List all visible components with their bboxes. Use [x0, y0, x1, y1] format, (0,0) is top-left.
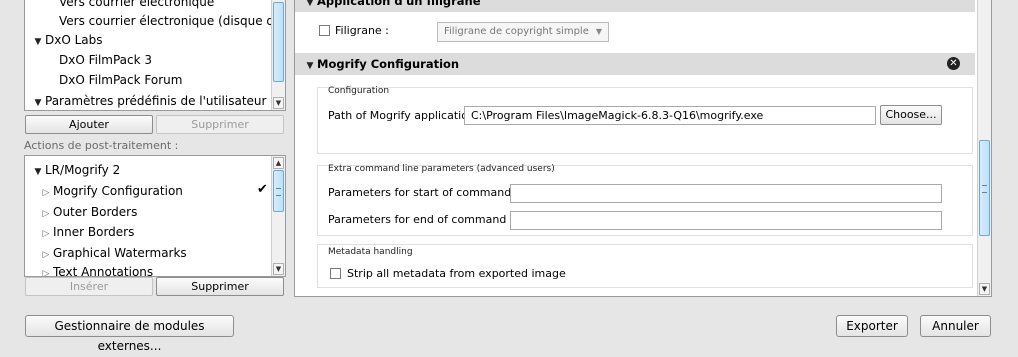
expand-triangle-icon[interactable]: ▼ [303, 0, 317, 14]
checkmark-icon: ✔ [257, 182, 268, 197]
section-title: Mogrify Configuration [317, 57, 460, 71]
expand-triangle-icon[interactable]: ▼ [31, 93, 45, 110]
mogrify-path-input[interactable]: C:\Program Files\ImageMagick-6.8.3-Q16\m… [464, 106, 876, 125]
scroll-down-icon[interactable]: ▼ [273, 97, 284, 109]
post-actions-title: Actions de post-traitement : [24, 139, 179, 152]
collapsed-triangle-icon: ▷ [42, 209, 50, 219]
end-params-input[interactable] [510, 211, 942, 230]
chevron-down-icon: ▼ [595, 27, 602, 36]
action-item-mogrify-configuration[interactable]: ▷ Mogrify Configuration [39, 181, 183, 201]
action-item-graphical-watermarks[interactable]: ▷ Graphical Watermarks [39, 243, 187, 263]
preset-item[interactable]: Vers courrier électronique (disque dur) [59, 11, 285, 31]
path-label: Path of Mogrify application: [328, 109, 479, 122]
scrollbar-thumb[interactable] [273, 170, 284, 212]
plugin-manager-button[interactable]: Gestionnaire de modules externes... [25, 315, 234, 353]
close-icon[interactable]: ✕ [947, 57, 960, 70]
action-item-label: Inner Borders [53, 225, 135, 239]
mogrify-section-header[interactable]: ▼ Mogrify Configuration ✕ [295, 53, 975, 75]
add-preset-button[interactable]: Ajouter [25, 115, 153, 134]
strip-metadata-checkbox[interactable] [330, 268, 341, 279]
watermark-label: Filigrane : [335, 24, 389, 37]
group-title: Configuration [328, 86, 390, 96]
configuration-group: Configuration Path of Mogrify applicatio… [317, 86, 973, 154]
watermark-select-value: Filigrane de copyright simple [444, 26, 589, 37]
scroll-down-icon[interactable]: ▼ [979, 283, 990, 295]
preset-group-label: Paramètres prédéfinis de l'utilisateur [45, 94, 267, 108]
remove-preset-button[interactable]: Supprimer [156, 115, 284, 134]
insert-action-button[interactable]: Insérer [25, 277, 153, 296]
group-title: Extra command line parameters (advanced … [328, 164, 555, 174]
export-button[interactable]: Exporter [836, 315, 908, 337]
actions-scrollbar[interactable]: ▲ ▼ [271, 156, 285, 276]
cancel-button[interactable]: Annuler [920, 315, 991, 337]
action-item-label: Text Annotations [53, 265, 154, 277]
expand-triangle-icon[interactable]: ▼ [303, 55, 317, 77]
preset-group-label: DxO Labs [45, 33, 103, 47]
settings-panel[interactable]: ▼ Application d'un filigrane Filigrane : … [294, 0, 992, 297]
watermark-checkbox[interactable] [319, 25, 330, 36]
metadata-group: Metadata handling Strip all metadata fro… [317, 244, 973, 288]
expand-triangle-icon[interactable]: ▼ [31, 162, 45, 182]
scroll-up-icon[interactable]: ▲ [273, 157, 284, 169]
extra-params-group: Extra command line parameters (advanced … [317, 164, 973, 236]
action-item-text-annotations[interactable]: ▷ Text Annotations [39, 262, 154, 277]
action-item-label: Graphical Watermarks [53, 246, 187, 260]
collapsed-triangle-icon: ▷ [42, 229, 50, 239]
collapsed-triangle-icon: ▷ [42, 188, 50, 198]
scrollbar-thumb[interactable] [979, 140, 990, 236]
action-item-inner-borders[interactable]: ▷ Inner Borders [39, 222, 135, 242]
action-item-label: Outer Borders [53, 205, 138, 219]
collapsed-triangle-icon: ▷ [42, 269, 50, 277]
preset-group-dxo-labs[interactable]: ▼ DxO Labs [31, 30, 103, 50]
action-item-outer-borders[interactable]: ▷ Outer Borders [39, 202, 138, 222]
start-params-label: Parameters for start of command line: [328, 186, 539, 199]
preset-item[interactable]: DxO FilmPack 3 [59, 50, 152, 70]
watermark-section-header[interactable]: ▼ Application d'un filigrane [295, 0, 975, 12]
action-item-label: Mogrify Configuration [53, 184, 183, 198]
remove-action-button[interactable]: Supprimer [156, 277, 284, 296]
presets-scrollbar[interactable]: ▼ [271, 0, 285, 110]
section-title: Application d'un filigrane [317, 0, 481, 8]
end-params-label: Parameters for end of command line: [328, 213, 534, 226]
watermark-select[interactable]: Filigrane de copyright simple ▼ [437, 22, 609, 42]
scrollbar-thumb[interactable] [273, 2, 284, 82]
scroll-down-icon[interactable]: ▼ [273, 263, 284, 275]
group-title: Metadata handling [328, 247, 413, 257]
presets-list[interactable]: Vers courrier électronique Vers courrier… [24, 0, 286, 111]
post-actions-list[interactable]: ▼ LR/Mogrify 2 ▷ Mogrify Configuration ✔ ▷… [24, 155, 286, 277]
choose-button[interactable]: Choose... [880, 105, 942, 125]
start-params-input[interactable] [510, 184, 942, 203]
action-group-label: LR/Mogrify 2 [45, 163, 121, 177]
settings-scrollbar[interactable]: ▼ [977, 0, 991, 296]
action-group-lr-mogrify[interactable]: ▼ LR/Mogrify 2 [31, 160, 121, 182]
preset-item[interactable]: DxO FilmPack Forum [59, 70, 182, 90]
expand-triangle-icon[interactable]: ▼ [31, 32, 45, 52]
preset-group-user[interactable]: ▼ Paramètres prédéfinis de l'utilisateur [31, 91, 267, 110]
strip-metadata-label: Strip all metadata from exported image [347, 267, 566, 280]
